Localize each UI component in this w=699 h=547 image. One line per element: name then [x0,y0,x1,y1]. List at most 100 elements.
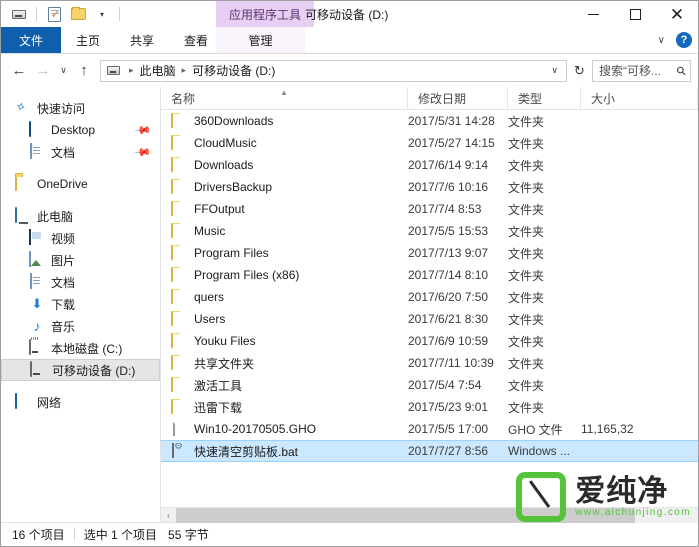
sidebar-label-onedrive: OneDrive [37,177,88,191]
drive-properties-icon[interactable] [9,4,29,24]
table-row[interactable]: CloudMusic 2017/5/27 14:15 文件夹 [161,132,698,154]
cell-name: Program Files [161,245,408,261]
breadcrumb-item-this-pc[interactable]: 此电脑 [140,62,176,79]
cell-type: 文件夹 [508,158,545,173]
table-row[interactable]: Music 2017/5/5 15:53 文件夹 [161,220,698,242]
tab-view[interactable]: 查看 [169,27,223,53]
cell-type: 文件夹 [508,356,545,371]
customize-caret-icon[interactable]: ▾ [92,4,112,24]
tab-share-label: 共享 [130,33,155,48]
cell-name: 快速清空剪贴板.bat [161,442,408,460]
column-header-size[interactable]: 大小 [581,87,698,109]
column-header-type[interactable]: 类型 [508,87,581,109]
table-row[interactable]: 360Downloads 2017/5/31 14:28 文件夹 [161,110,698,132]
sidebar-label-local-disk-c: 本地磁盘 (C:) [51,341,123,356]
table-row[interactable]: Program Files (x86) 2017/7/14 8:10 文件夹 [161,264,698,286]
file-rows-container: 360Downloads 2017/5/31 14:28 文件夹 CloudMusic… [161,110,698,507]
table-row[interactable]: FFOutput 2017/7/4 8:53 文件夹 [161,198,698,220]
properties-icon[interactable] [44,4,64,24]
videos-icon [29,229,45,246]
recent-locations-button[interactable]: ∨ [56,60,71,82]
status-divider [73,528,75,541]
up-button[interactable]: ↑ [73,60,95,82]
cell-date-modified: 2017/6/9 10:59 [408,334,489,348]
breadcrumb[interactable]: ▸ 此电脑 ▸ 可移动设备 (D:) ∨ [100,59,567,82]
scrollbar-thumb[interactable] [176,507,636,523]
new-folder-icon[interactable] [68,4,88,24]
column-header-date-label: 修改日期 [418,91,467,106]
chevron-down-icon[interactable]: ∨ [658,35,665,46]
tab-home[interactable]: 主页 [61,27,115,53]
cell-date-modified: 2017/5/4 7:54 [408,378,482,392]
table-row[interactable]: 共享文件夹 2017/7/11 10:39 文件夹 [161,352,698,374]
sidebar-item-documents-qa[interactable]: 文档 📌 [1,141,160,163]
breadcrumb-dropdown-icon[interactable]: ∨ [546,65,563,76]
table-row[interactable]: 快速清空剪贴板.bat 2017/7/27 8:56 Windows ... [161,440,698,462]
sidebar-item-videos[interactable]: 视频 [1,227,160,249]
sidebar-item-pictures[interactable]: 图片 [1,249,160,271]
table-row[interactable]: 迅雷下载 2017/5/23 9:01 文件夹 [161,396,698,418]
column-header-date-modified[interactable]: 修改日期 [408,87,508,109]
sidebar-item-quick-access[interactable]: ✧ 快速访问 [1,97,160,119]
table-row[interactable]: DriversBackup 2017/7/6 10:16 文件夹 [161,176,698,198]
pin-icon[interactable]: 📌 [134,121,153,139]
tab-manage[interactable]: 管理 [216,27,305,53]
sidebar-label-videos: 视频 [51,231,76,246]
scroll-left-button[interactable]: ‹ [161,508,176,523]
table-row[interactable]: Youku Files 2017/6/9 10:59 文件夹 [161,330,698,352]
close-button[interactable]: ✕ [656,1,698,27]
sidebar-item-downloads[interactable]: ⬇ 下载 [1,293,160,315]
cell-name: Users [161,311,408,327]
sidebar-item-local-disk-c[interactable]: 本地磁盘 (C:) [1,337,160,359]
sidebar-item-onedrive[interactable]: OneDrive [1,173,160,195]
table-row[interactable]: 激活工具 2017/5/4 7:54 文件夹 [161,374,698,396]
tab-file[interactable]: 文件 [1,27,62,53]
breadcrumb-separator: ▸ [129,65,134,75]
nav-spacer-3 [1,381,160,391]
downloads-icon: ⬇ [31,296,43,311]
refresh-button[interactable]: ↻ [569,60,590,82]
search-input[interactable]: 搜索“可移... ⚲ [592,59,691,82]
file-name-label: 共享文件夹 [194,356,255,371]
sort-ascending-icon: ▲ [280,88,288,97]
cell-date-modified: 2017/6/14 9:14 [408,158,489,172]
sidebar-item-desktop[interactable]: Desktop 📌 [1,119,160,141]
cell-date-modified: 2017/7/27 8:56 [408,444,489,458]
file-name-label: Users [194,312,226,326]
cell-name: quers [161,289,408,305]
table-row[interactable]: Win10-20170505.GHO 2017/5/5 17:00 GHO 文件 11… [161,418,698,440]
sidebar-item-removable-drive-d[interactable]: 可移动设备 (D:) [1,359,160,381]
sidebar-label-pictures: 图片 [51,253,76,268]
cell-type: 文件夹 [508,202,545,217]
sidebar-label-network: 网络 [37,395,62,410]
breadcrumb-item-removable-drive[interactable]: 可移动设备 (D:) [192,62,275,79]
pin-icon[interactable]: 📌 [134,143,153,161]
scrollbar-track[interactable] [176,507,698,523]
cell-date-modified: 2017/5/5 17:00 [408,422,489,436]
back-button[interactable]: ← [8,60,30,82]
sidebar-item-network[interactable]: 网络 [1,391,160,413]
sidebar-item-music[interactable]: ♪ 音乐 [1,315,160,337]
table-row[interactable]: Downloads 2017/6/14 9:14 文件夹 [161,154,698,176]
column-header-name[interactable]: ▲ 名称 [161,87,408,109]
folder-icon [171,223,187,239]
sidebar-item-documents[interactable]: 文档 [1,271,160,293]
sidebar-label-removable-drive-d: 可移动设备 (D:) [52,363,136,378]
cell-name: FFOutput [161,201,408,217]
minimize-button[interactable] [572,1,614,27]
forward-button[interactable]: → [32,60,54,82]
file-name-label: 360Downloads [194,114,274,128]
tab-share[interactable]: 共享 [115,27,169,53]
cell-date-modified: 2017/7/14 8:10 [408,268,489,282]
table-row[interactable]: quers 2017/6/20 7:50 文件夹 [161,286,698,308]
table-row[interactable]: Program Files 2017/7/13 9:07 文件夹 [161,242,698,264]
file-explorer-window: ▾ 应用程序工具 可移动设备 (D:) ✕ 文件 主页 [0,0,699,547]
folder-icon-glyph [171,354,173,370]
horizontal-scrollbar[interactable]: ‹ [161,507,698,523]
help-icon[interactable]: ? [676,32,692,48]
table-row[interactable]: Users 2017/6/21 8:30 文件夹 [161,308,698,330]
sidebar-item-this-pc[interactable]: 此电脑 [1,205,160,227]
maximize-button[interactable] [614,1,656,27]
batch-file-icon [171,442,187,459]
nav-spacer-2 [1,195,160,205]
